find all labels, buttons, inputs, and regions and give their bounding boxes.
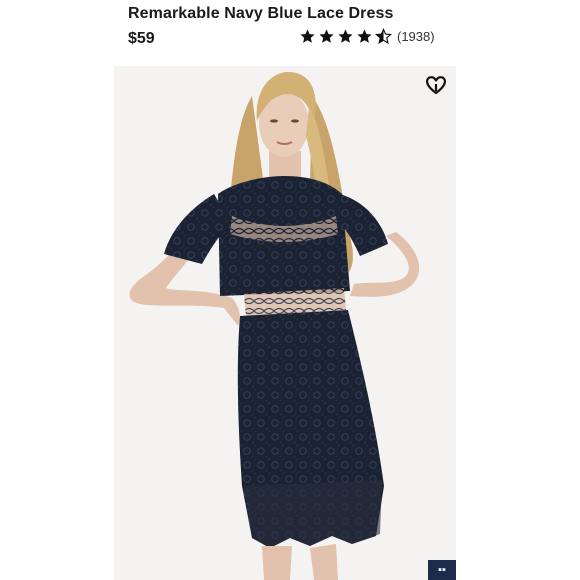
grid-icon[interactable]: ▪▪ <box>428 560 456 580</box>
star-rating[interactable]: (1938) <box>299 28 435 45</box>
star-icon <box>319 29 334 43</box>
review-count[interactable]: (1938) <box>397 29 435 44</box>
star-icon <box>338 29 353 43</box>
product-price: $59 <box>128 30 155 47</box>
heart-icon[interactable] <box>424 73 448 97</box>
half-star-icon <box>375 28 392 44</box>
product-image[interactable]: ▪▪ <box>114 66 456 580</box>
product-title: Remarkable Navy Blue Lace Dress <box>128 5 394 22</box>
star-icon <box>300 29 315 43</box>
star-icon <box>357 29 372 43</box>
model-photo <box>129 72 420 580</box>
